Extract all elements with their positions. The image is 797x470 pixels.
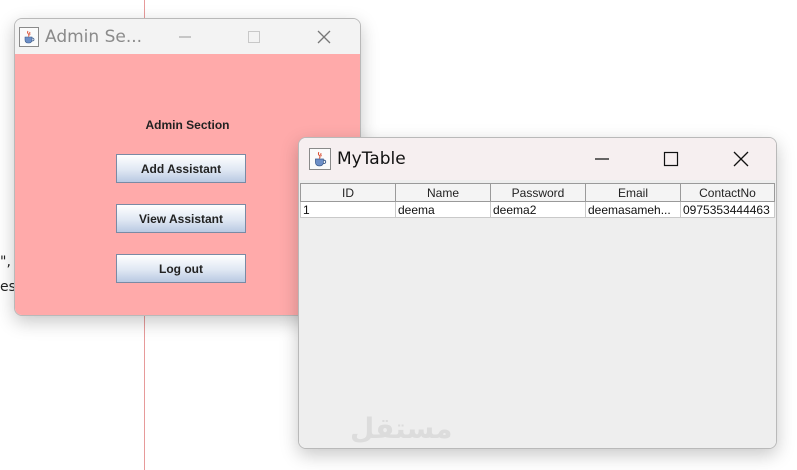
table-row[interactable]: 1 deema deema2 deemasameh... 09753534444… xyxy=(300,201,775,218)
table-cell[interactable]: deema xyxy=(395,201,491,218)
page-title: Admin Section xyxy=(145,118,230,132)
close-icon xyxy=(733,151,749,167)
window-title: Admin Se... xyxy=(45,26,143,47)
table-cell[interactable]: 1 xyxy=(300,201,396,218)
minimize-button[interactable] xyxy=(162,19,208,54)
column-header-id[interactable]: ID xyxy=(300,183,396,202)
minimize-button[interactable] xyxy=(579,138,625,180)
data-table: ID Name Password Email ContactNo 1 deema… xyxy=(300,183,775,218)
table-cell[interactable]: 0975353444463 xyxy=(680,201,775,218)
column-header-name[interactable]: Name xyxy=(395,183,491,202)
mytable-titlebar[interactable]: MyTable xyxy=(299,138,776,180)
maximize-button[interactable] xyxy=(648,138,694,180)
java-cup-icon[interactable] xyxy=(309,148,331,170)
maximize-button[interactable] xyxy=(231,19,277,54)
add-assistant-button[interactable]: Add Assistant xyxy=(116,154,246,183)
close-icon xyxy=(317,30,331,43)
column-header-email[interactable]: Email xyxy=(585,183,681,202)
close-button[interactable] xyxy=(301,19,347,54)
minimize-icon xyxy=(179,36,191,37)
maximize-icon xyxy=(663,151,679,167)
column-header-contactno[interactable]: ContactNo xyxy=(680,183,775,202)
table-viewport[interactable]: ID Name Password Email ContactNo 1 deema… xyxy=(299,180,776,448)
table-header-row: ID Name Password Email ContactNo xyxy=(300,183,775,202)
admin-titlebar[interactable]: Admin Se... xyxy=(15,19,360,54)
minimize-icon xyxy=(595,158,609,160)
table-cell[interactable]: deemasameh... xyxy=(585,201,681,218)
close-button[interactable] xyxy=(718,138,764,180)
mytable-window: MyTable ID Name Password Email ContactNo xyxy=(298,137,777,449)
logout-button[interactable]: Log out xyxy=(116,254,246,283)
background-text-fragment: ", xyxy=(0,254,11,270)
column-header-password[interactable]: Password xyxy=(490,183,586,202)
watermark-logo: مستقل xyxy=(350,412,453,445)
view-assistant-button[interactable]: View Assistant xyxy=(116,204,246,233)
window-title: MyTable xyxy=(337,149,406,169)
table-cell[interactable]: deema2 xyxy=(490,201,586,218)
java-cup-icon[interactable] xyxy=(19,26,39,47)
maximize-icon xyxy=(248,30,260,43)
